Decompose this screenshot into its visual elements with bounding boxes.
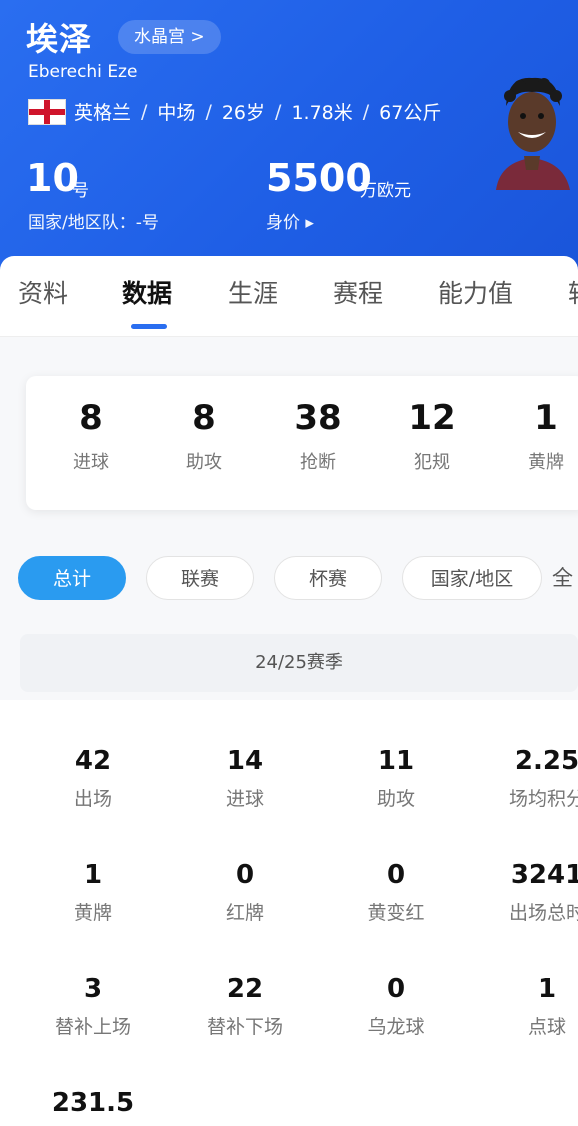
stat-item: 11 助攻 [321, 746, 471, 811]
stat-item: 3 替补上场 [18, 974, 168, 1039]
player-avatar-icon [496, 77, 570, 190]
england-flag-icon [28, 98, 66, 125]
summary-stat: 12 犯规 [387, 398, 477, 474]
summary-stat: 8 进球 [46, 398, 136, 474]
stat-item: 3241 出场总时 [472, 860, 578, 925]
filter-national[interactable]: 国家/地区 [402, 556, 542, 600]
summary-label: 助攻 [186, 452, 222, 473]
tab-stats[interactable]: 数据 [122, 274, 172, 310]
stat-item: 0 红牌 [170, 860, 320, 925]
filter-total[interactable]: 总计 [18, 556, 126, 600]
stat-label: 乌龙球 [367, 1016, 425, 1038]
summary-label: 进球 [73, 452, 109, 473]
player-position: 中场 [157, 102, 196, 124]
summary-label: 抢断 [300, 452, 336, 473]
stat-value: 14 [226, 746, 264, 776]
stat-item: 1 黄牌 [18, 860, 168, 925]
summary-card: 8 进球 8 助攻 38 抢断 12 犯规 1 黄牌 [26, 376, 578, 510]
summary-stat: 38 抢断 [273, 398, 363, 474]
stat-item: 22 替补下场 [170, 974, 320, 1039]
season-selector[interactable]: 24/25赛季 [20, 634, 578, 692]
stat-value: 1 [537, 974, 557, 1004]
stat-value: 11 [377, 746, 415, 776]
separator: / [205, 100, 212, 123]
player-country: 英格兰 [74, 102, 132, 124]
stat-value: 1 [83, 860, 103, 890]
summary-value: 8 [192, 398, 216, 438]
player-age: 26岁 [221, 102, 266, 124]
stat-label: 替补下场 [206, 1016, 283, 1038]
summary-stat: 8 助攻 [159, 398, 249, 474]
stat-label: 黄变红 [367, 902, 425, 924]
stat-label: 场均积分 [508, 788, 578, 810]
player-name: 埃泽 [26, 20, 93, 58]
market-value-unit: 万欧元 [360, 181, 411, 201]
market-value: 5500 [266, 156, 372, 200]
club-link[interactable]: 水晶宫 > [118, 20, 221, 54]
national-team-number: 国家/地区队：-号 [28, 213, 159, 233]
separator: / [141, 100, 148, 123]
summary-value: 12 [408, 398, 456, 438]
stat-item: 231.5 [18, 1088, 168, 1126]
player-english-name: Eberechi Eze [28, 62, 138, 82]
market-value-link[interactable]: 身价 ▸ [266, 208, 314, 233]
filter-cup[interactable]: 杯赛 [274, 556, 382, 600]
stat-label: 替补上场 [54, 1016, 131, 1038]
stat-label: 红牌 [225, 902, 264, 924]
separator: / [362, 100, 370, 123]
filter-all[interactable]: 全 [552, 556, 573, 600]
stat-value: 3 [83, 974, 103, 1004]
summary-label: 黄牌 [528, 452, 564, 473]
shirt-number-unit: 号 [72, 181, 89, 201]
player-weight: 67公斤 [379, 102, 442, 124]
summary-stat: 1 黄牌 [501, 398, 578, 474]
stats-grid: 42 出场 14 进球 11 助攻 2.25 场均积分 1 黄牌 0 红牌 0 … [0, 700, 578, 1126]
tab-schedule[interactable]: 赛程 [333, 274, 383, 310]
filter-league[interactable]: 联赛 [146, 556, 254, 600]
stat-item: 1 点球 [472, 974, 578, 1039]
stat-item: 2.25 场均积分 [472, 746, 578, 811]
stat-label: 出场 [73, 788, 112, 810]
tab-career[interactable]: 生涯 [228, 274, 278, 310]
tab-profile[interactable]: 资料 [18, 274, 68, 310]
stat-label: 点球 [527, 1016, 566, 1038]
summary-value: 8 [79, 398, 103, 438]
stat-value: 0 [235, 860, 255, 890]
shirt-number: 10 [26, 156, 79, 200]
tab-bar: 资料 数据 生涯 赛程 能力值 转 [0, 256, 578, 337]
player-height: 1.78米 [291, 102, 353, 124]
summary-value: 38 [294, 398, 342, 438]
stat-value: 22 [226, 974, 264, 1004]
player-header: 埃泽 水晶宫 > Eberechi Eze 英格兰 / 中场 / 26岁 / 1… [0, 0, 578, 270]
stat-item: 42 出场 [18, 746, 168, 811]
summary-value: 1 [534, 398, 558, 438]
stat-value: 231.5 [51, 1088, 135, 1118]
stat-item: 0 黄变红 [321, 860, 471, 925]
stat-label: 进球 [225, 788, 264, 810]
stat-label: 出场总时 [508, 902, 578, 924]
stat-value: 2.25 [514, 746, 578, 776]
stat-item: 14 进球 [170, 746, 320, 811]
active-tab-indicator [131, 324, 167, 329]
stat-item: 0 乌龙球 [321, 974, 471, 1039]
summary-label: 犯规 [414, 452, 450, 473]
stat-label: 黄牌 [73, 902, 112, 924]
stat-value: 42 [74, 746, 112, 776]
stat-value: 0 [386, 860, 406, 890]
player-info-row: 英格兰 / 中场 / 26岁 / 1.78米 / 67公斤 [28, 98, 441, 125]
stat-label: 助攻 [376, 788, 415, 810]
separator: / [275, 100, 282, 123]
stat-value: 3241 [510, 860, 578, 890]
tab-transfer[interactable]: 转 [568, 274, 578, 310]
tab-ability[interactable]: 能力值 [438, 274, 513, 310]
stat-value: 0 [386, 974, 406, 1004]
